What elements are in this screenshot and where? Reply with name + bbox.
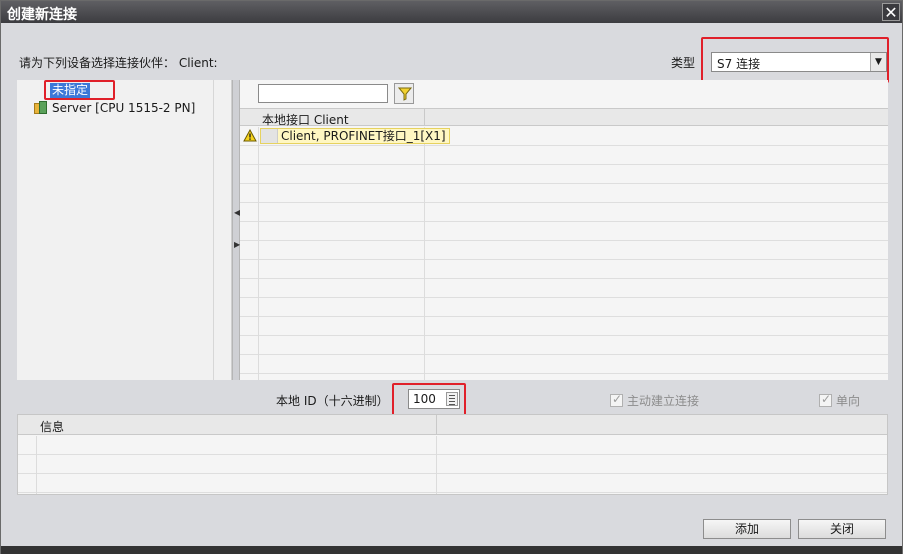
tree-item-unassigned[interactable]: 未指定 [50,83,91,98]
local-id-value: 100 [413,392,436,406]
expand-right-icon[interactable]: ▶ [234,240,240,249]
interface-cell[interactable]: Client, PROFINET接口_1[X1] [260,128,450,144]
connection-type-label: 类型 [671,56,696,70]
one-way-checkbox[interactable]: 单向 [819,392,860,409]
plc-station-icon [34,101,48,115]
warning-icon [243,129,257,142]
interface-value: Client, PROFINET接口_1[X1] [281,129,446,143]
partner-prompt: 请为下列设备选择连接伙伴： Client: [19,56,218,70]
panel-splitter[interactable]: ◀ ▶ [232,80,240,380]
partner-tree: 未指定 Server [CPU 1515-2 PN] [17,80,232,380]
interface-grid-body: Client, PROFINET接口_1[X1] [240,127,888,380]
filter-input[interactable] [258,84,388,103]
bottom-strip [1,546,902,554]
column-local-interface: 本地接口 Client [262,113,349,127]
chevron-down-icon[interactable]: ▼ [870,53,886,71]
close-icon[interactable]: ✕ [882,3,900,22]
info-grid: 信息 [17,414,888,495]
tree-divider [213,80,214,380]
interface-panel: 本地接口 Client Client, PROFINET接口_1[X1] [240,80,888,380]
hex-picker-icon[interactable] [446,392,458,406]
table-row[interactable]: Client, PROFINET接口_1[X1] [240,127,888,145]
collapse-left-icon[interactable]: ◀ [234,208,240,217]
add-button[interactable]: 添加 [703,519,791,539]
local-id-label: 本地 ID（十六进制） [276,394,389,408]
info-grid-body [18,436,887,494]
tree-item-server-label: Server [CPU 1515-2 PN] [52,101,196,115]
active-connect-checkbox[interactable]: 主动建立连接 [610,392,699,409]
create-connection-dialog: 创建新连接 ✕ 请为下列设备选择连接伙伴： Client: 类型 S7 连接 ▼… [0,0,903,554]
column-info: 信息 [40,420,65,434]
info-grid-header: 信息 [18,415,887,435]
close-button[interactable]: 关闭 [798,519,886,539]
one-way-label: 单向 [836,394,861,408]
dialog-title: 创建新连接 [7,7,77,23]
title-bar: 创建新连接 ✕ [1,1,902,23]
local-id-field[interactable]: 100 [408,389,460,409]
checkbox-icon [610,392,623,407]
checkbox-icon [819,392,832,407]
connection-type-value: S7 连接 [717,57,761,71]
active-connect-label: 主动建立连接 [627,394,700,408]
filter-button[interactable] [394,83,414,104]
interface-grid-header: 本地接口 Client [240,108,888,127]
tree-item-server[interactable]: Server [CPU 1515-2 PN] [34,100,195,116]
connection-type-select[interactable]: S7 连接 ▼ [711,52,887,72]
filter-icon [398,87,412,101]
